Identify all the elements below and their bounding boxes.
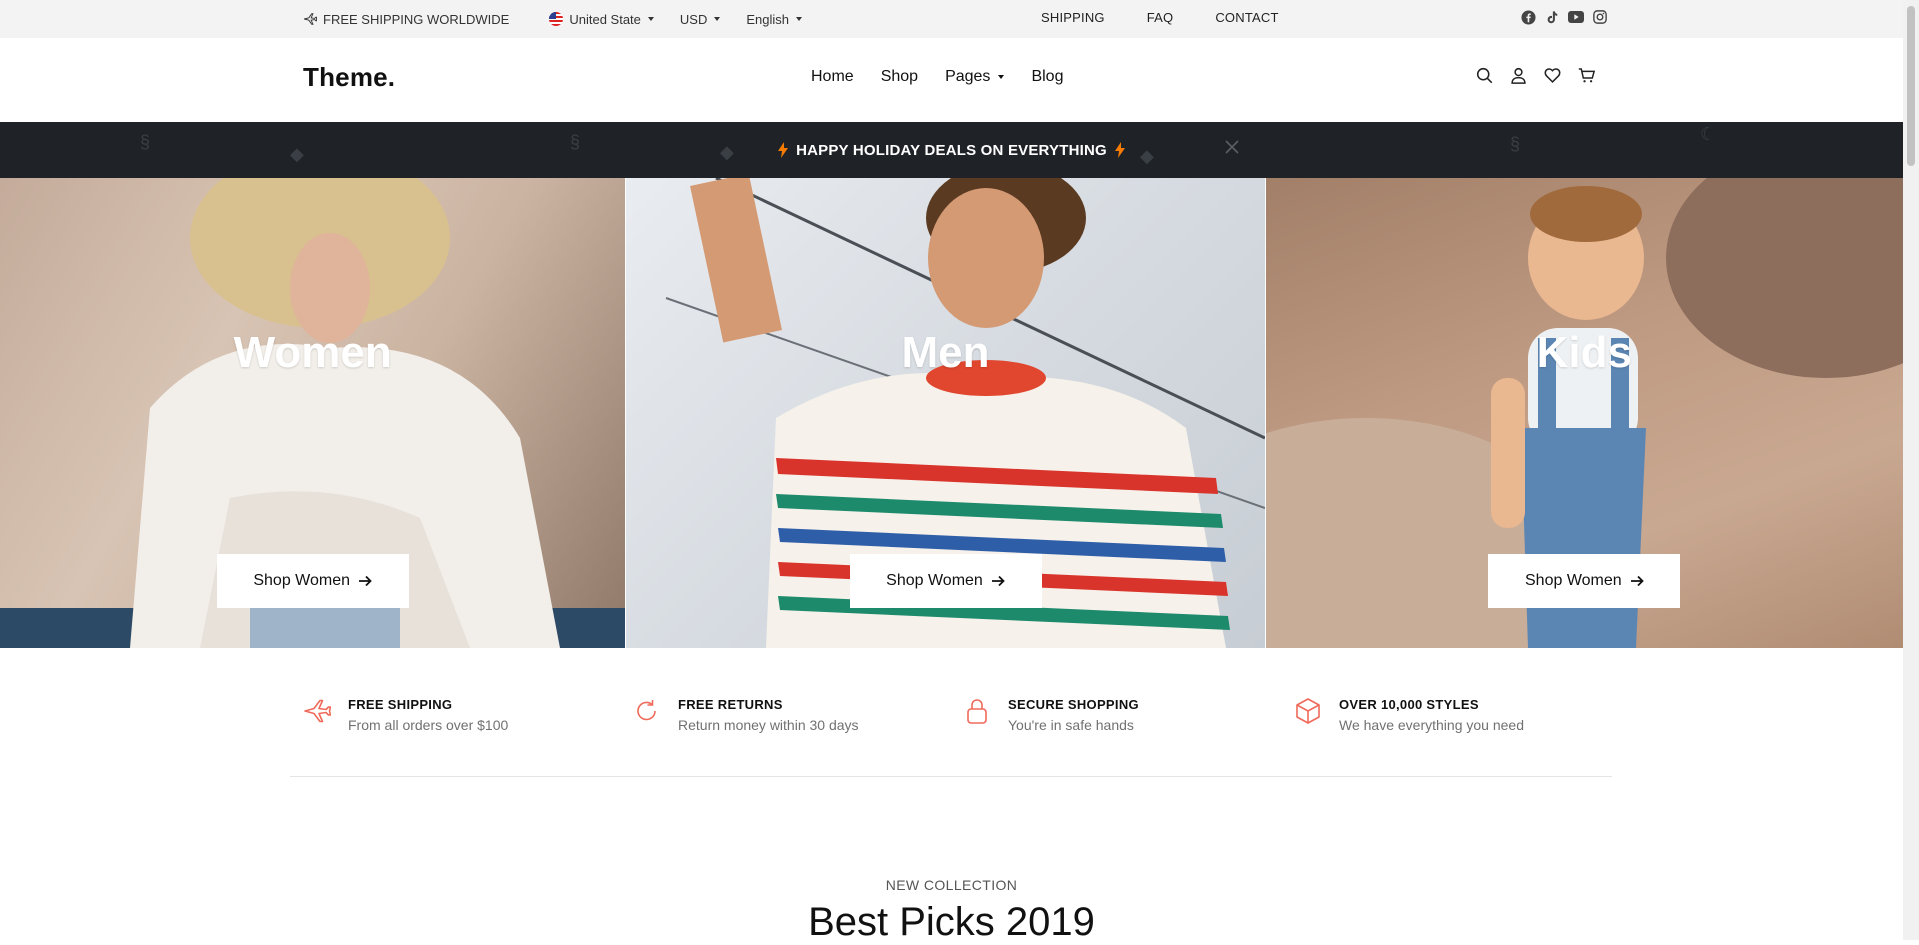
lightning-icon (1114, 142, 1125, 158)
chevron-down-icon (647, 17, 654, 21)
lock-icon (967, 699, 987, 724)
free-shipping-text: FREE SHIPPING WORLDWIDE (323, 11, 510, 27)
currency-label: USD (679, 11, 708, 27)
country-selector[interactable]: United State (549, 12, 654, 27)
feature-subtitle: From all orders over $100 (348, 717, 509, 733)
heart-icon[interactable] (1544, 67, 1561, 84)
lightning-icon (778, 142, 789, 158)
feature-free-shipping: FREE SHIPPING From all orders over $100 (303, 697, 508, 733)
language-label: English (746, 11, 789, 27)
country-label: United State (569, 11, 641, 27)
shipping-link[interactable]: SHIPPING (1041, 10, 1105, 25)
promo-text: HAPPY HOLIDAY DEALS ON EVERYTHING (796, 141, 1107, 159)
main-header: Theme. Home Shop Pages Blog (0, 38, 1903, 123)
top-bar: FREE SHIPPING WORLDWIDE United State USD… (0, 0, 1903, 38)
collection-eyebrow: NEW COLLECTION (885, 877, 1018, 893)
feature-subtitle: We have everything you need (1339, 717, 1524, 733)
feature-title: FREE SHIPPING (348, 697, 453, 712)
promo-text-wrap: HAPPY HOLIDAY DEALS ON EVERYTHING (0, 122, 1903, 178)
tiktok-icon[interactable] (1545, 10, 1559, 25)
instagram-icon[interactable] (1593, 10, 1607, 24)
feature-subtitle: Return money within 30 days (678, 717, 859, 733)
feature-subtitle: You're in safe hands (1008, 717, 1134, 733)
category-title-men: Men (901, 328, 990, 377)
plane-icon (304, 13, 317, 25)
category-panel-kids[interactable]: Kids Shop Women (1264, 178, 1903, 648)
chevron-down-icon (796, 17, 802, 21)
features-row: FREE SHIPPING From all orders over $100 … (303, 697, 1603, 737)
youtube-icon[interactable] (1568, 10, 1584, 24)
plane-icon (304, 699, 331, 723)
close-icon[interactable] (1225, 140, 1239, 154)
arrow-right-icon (359, 575, 372, 587)
box-icon (1296, 698, 1320, 724)
facebook-icon[interactable] (1521, 9, 1536, 25)
cart-icon[interactable] (1578, 67, 1596, 84)
promo-banner: § ◆ § ◆ ◆ § ☾ HAPPY HOLIDAY DEALS ON EVE… (0, 122, 1903, 178)
refresh-icon (637, 700, 656, 721)
feature-styles: OVER 10,000 STYLES We have everything yo… (1294, 697, 1524, 733)
nav-pages-label: Pages (945, 68, 991, 85)
shop-kids-button[interactable]: Shop Women (1488, 554, 1681, 608)
feature-secure-shopping: SECURE SHOPPING You're in safe hands (963, 697, 1139, 733)
collection-title: Best Picks 2019 (808, 900, 1095, 944)
feature-free-returns: FREE RETURNS Return money within 30 days (633, 697, 859, 733)
nav-pages[interactable]: Pages (945, 68, 1005, 86)
arrow-right-icon (991, 575, 1005, 587)
arrow-right-icon (1630, 575, 1644, 587)
shop-women-button-label: Shop Women (253, 572, 350, 589)
shop-men-button-label: Shop Women (886, 572, 983, 589)
nav-shop[interactable]: Shop (881, 68, 918, 86)
nav-home[interactable]: Home (811, 68, 854, 86)
site-logo[interactable]: Theme. (303, 62, 395, 93)
page-scrollbar[interactable] (1903, 0, 1919, 940)
chevron-down-icon (998, 75, 1005, 79)
contact-link[interactable]: CONTACT (1215, 10, 1278, 25)
search-icon[interactable] (1476, 67, 1493, 84)
section-divider (290, 776, 1612, 777)
nav-blog[interactable]: Blog (1031, 68, 1063, 86)
main-nav: Home Shop Pages Blog (811, 68, 1090, 86)
shop-women-button[interactable]: Shop Women (216, 554, 409, 608)
faq-link[interactable]: FAQ (1147, 10, 1174, 25)
us-flag-icon (549, 12, 564, 26)
feature-title: SECURE SHOPPING (1008, 697, 1139, 712)
category-panel-women[interactable]: Women Shop Women (0, 178, 626, 648)
language-selector[interactable]: English (746, 12, 802, 27)
category-title-women: Women (233, 328, 392, 377)
category-panel-men[interactable]: Men Shop Women (625, 178, 1265, 648)
feature-title: FREE RETURNS (678, 697, 783, 712)
scrollbar-thumb[interactable] (1907, 6, 1915, 166)
currency-selector[interactable]: USD (679, 11, 721, 27)
chevron-down-icon (714, 17, 721, 21)
hero-categories: Women Shop Women Men Shop Women Kids Sho… (0, 178, 1903, 648)
category-title-kids: Kids (1536, 328, 1633, 377)
shop-kids-button-label: Shop Women (1525, 572, 1622, 589)
shop-men-button[interactable]: Shop Women (849, 554, 1042, 608)
user-icon[interactable] (1510, 67, 1527, 84)
feature-title: OVER 10,000 STYLES (1339, 697, 1479, 712)
free-shipping-notice: FREE SHIPPING WORLDWIDE (303, 12, 509, 27)
